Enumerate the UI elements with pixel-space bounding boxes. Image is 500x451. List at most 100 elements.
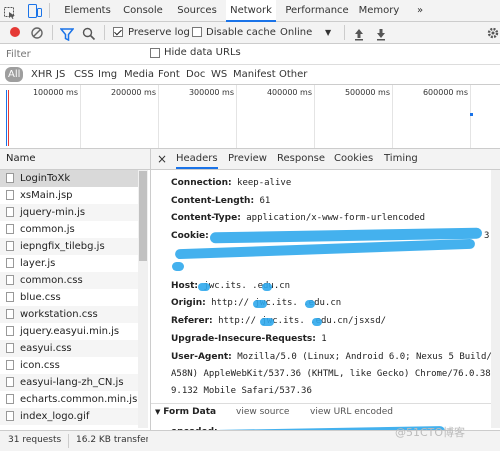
list-item[interactable]: layer.js [0,255,138,272]
list-item[interactable]: xsMain.jsp [0,187,138,204]
tab-cookies[interactable]: Cookies [334,149,373,169]
tab-timing[interactable]: Timing [384,149,418,169]
type-js[interactable]: JS [56,67,65,82]
throttle-select[interactable]: Online ▼ [280,22,338,43]
type-media[interactable]: Media [124,67,154,82]
view-url-encoded-link[interactable]: view URL encoded [310,407,393,417]
tab-sources[interactable]: Sources [172,0,222,21]
detail-scrollbar[interactable] [491,170,500,428]
triangle-down-icon: ▼ [155,408,161,416]
panel-divider[interactable] [150,149,151,430]
timeline-marker [6,90,7,146]
tab-headers[interactable]: Headers [176,149,218,169]
list-item[interactable]: LoginToXk [0,170,138,187]
header-line: User-Agent: Mozilla/5.0 (Linux; Android … [171,352,500,362]
file-icon [6,224,14,234]
upload-icon[interactable] [354,26,364,41]
type-manifest[interactable]: Manifest [233,67,276,82]
header-line: Referer: http:// jwc.its. .edu.cn/jsxsd/ [171,316,386,326]
disable-cache-checkbox[interactable] [192,27,202,37]
tab-memory[interactable]: Memory [356,0,402,21]
tab-preview[interactable]: Preview [228,149,267,169]
redaction-mark [172,262,184,271]
form-data-header[interactable]: ▼ Form Data [155,407,216,417]
name-column-header[interactable]: Name [0,149,150,170]
tab-network[interactable]: Network [226,0,276,22]
type-other[interactable]: Other [279,67,307,82]
record-icon[interactable] [10,27,20,37]
timeline-overview[interactable]: 100000 ms 200000 ms 300000 ms 400000 ms … [0,85,500,149]
chevron-down-icon: ▼ [325,28,332,37]
tab-console[interactable]: Console [118,0,168,21]
resource-type-filter: All XHR JS CSS Img Media Font Doc WS Man… [0,65,500,85]
header-value: http:// jwc.its. .edu.cn [211,298,342,308]
filter-row: Hide data URLs [0,44,500,65]
type-xhr[interactable]: XHR [31,67,52,82]
list-item[interactable]: common.js [0,221,138,238]
file-icon [6,258,14,268]
device-toolbar-icon[interactable] [28,3,42,18]
list-item[interactable]: common.css [0,272,138,289]
list-item[interactable]: easyui.css [0,340,138,357]
disable-cache-label: Disable cache [206,27,276,38]
timeline-label: 400000 ms [266,88,312,97]
list-item[interactable]: index_logo.gif [0,408,138,425]
tab-performance[interactable]: Performance [282,0,352,21]
header-value: 61 [259,196,271,206]
type-doc[interactable]: Doc [186,67,205,82]
list-item[interactable]: icon.css [0,357,138,374]
header-key: Origin: [171,298,206,308]
header-line: Connection: keep-alive [171,178,291,188]
filter-icon[interactable] [59,26,75,42]
type-ws[interactable]: WS [211,67,227,82]
watermark: @51CTO博客 [395,426,466,439]
redaction-mark [262,283,272,291]
more-tabs-icon[interactable]: » [410,0,430,21]
close-icon[interactable]: × [157,149,167,169]
list-item[interactable]: jquery-min.js [0,204,138,221]
file-icon [6,411,14,421]
file-icon [6,360,14,370]
header-key: Upgrade-Insecure-Requests: [171,334,316,344]
list-item[interactable]: workstation.css [0,306,138,323]
list-item[interactable]: iepngfix_tilebg.js [0,238,138,255]
name-column-label: Name [6,153,36,164]
header-key: Host: [171,281,198,291]
settings-icon[interactable] [486,25,500,39]
file-icon [6,394,14,404]
header-line: Upgrade-Insecure-Requests: 1 [171,334,327,344]
inspect-icon[interactable] [4,4,16,19]
list-item[interactable]: echarts.common.min.js [0,391,138,408]
header-line: Content-Length: 61 [171,196,270,206]
request-count: 31 requests [8,435,62,445]
search-icon[interactable] [82,26,96,41]
transfer-size: 16.2 KB transfer [76,435,148,445]
file-icon [6,343,14,353]
header-key: Content-Length: [171,196,255,206]
devtools-tab-bar: Elements Console Sources Network Perform… [0,0,500,22]
preserve-log-checkbox[interactable] [113,27,123,37]
list-item[interactable]: easyui-lang-zh_CN.js [0,374,138,391]
download-icon[interactable] [376,26,386,41]
type-font[interactable]: Font [158,67,180,82]
view-source-link[interactable]: view source [236,407,289,417]
filter-input[interactable] [4,46,138,62]
list-item[interactable]: blue.css [0,289,138,306]
hide-data-urls-checkbox[interactable] [150,48,160,58]
list-item[interactable]: jquery.easyui.min.js [0,323,138,340]
redaction-mark [260,318,274,326]
redaction-mark [305,300,315,308]
file-icon [6,377,14,387]
type-css[interactable]: CSS [74,67,94,82]
type-img[interactable]: Img [98,67,117,82]
tab-elements[interactable]: Elements [60,0,115,21]
file-icon [6,241,14,251]
tab-response[interactable]: Response [277,149,325,169]
clear-icon[interactable] [30,25,44,39]
timeline-label: 300000 ms [188,88,234,97]
type-all[interactable]: All [5,67,24,82]
file-icon [6,275,14,285]
list-scrollbar-thumb[interactable] [139,171,147,261]
redaction-mark [198,283,210,291]
header-value: keep-alive [237,178,292,188]
